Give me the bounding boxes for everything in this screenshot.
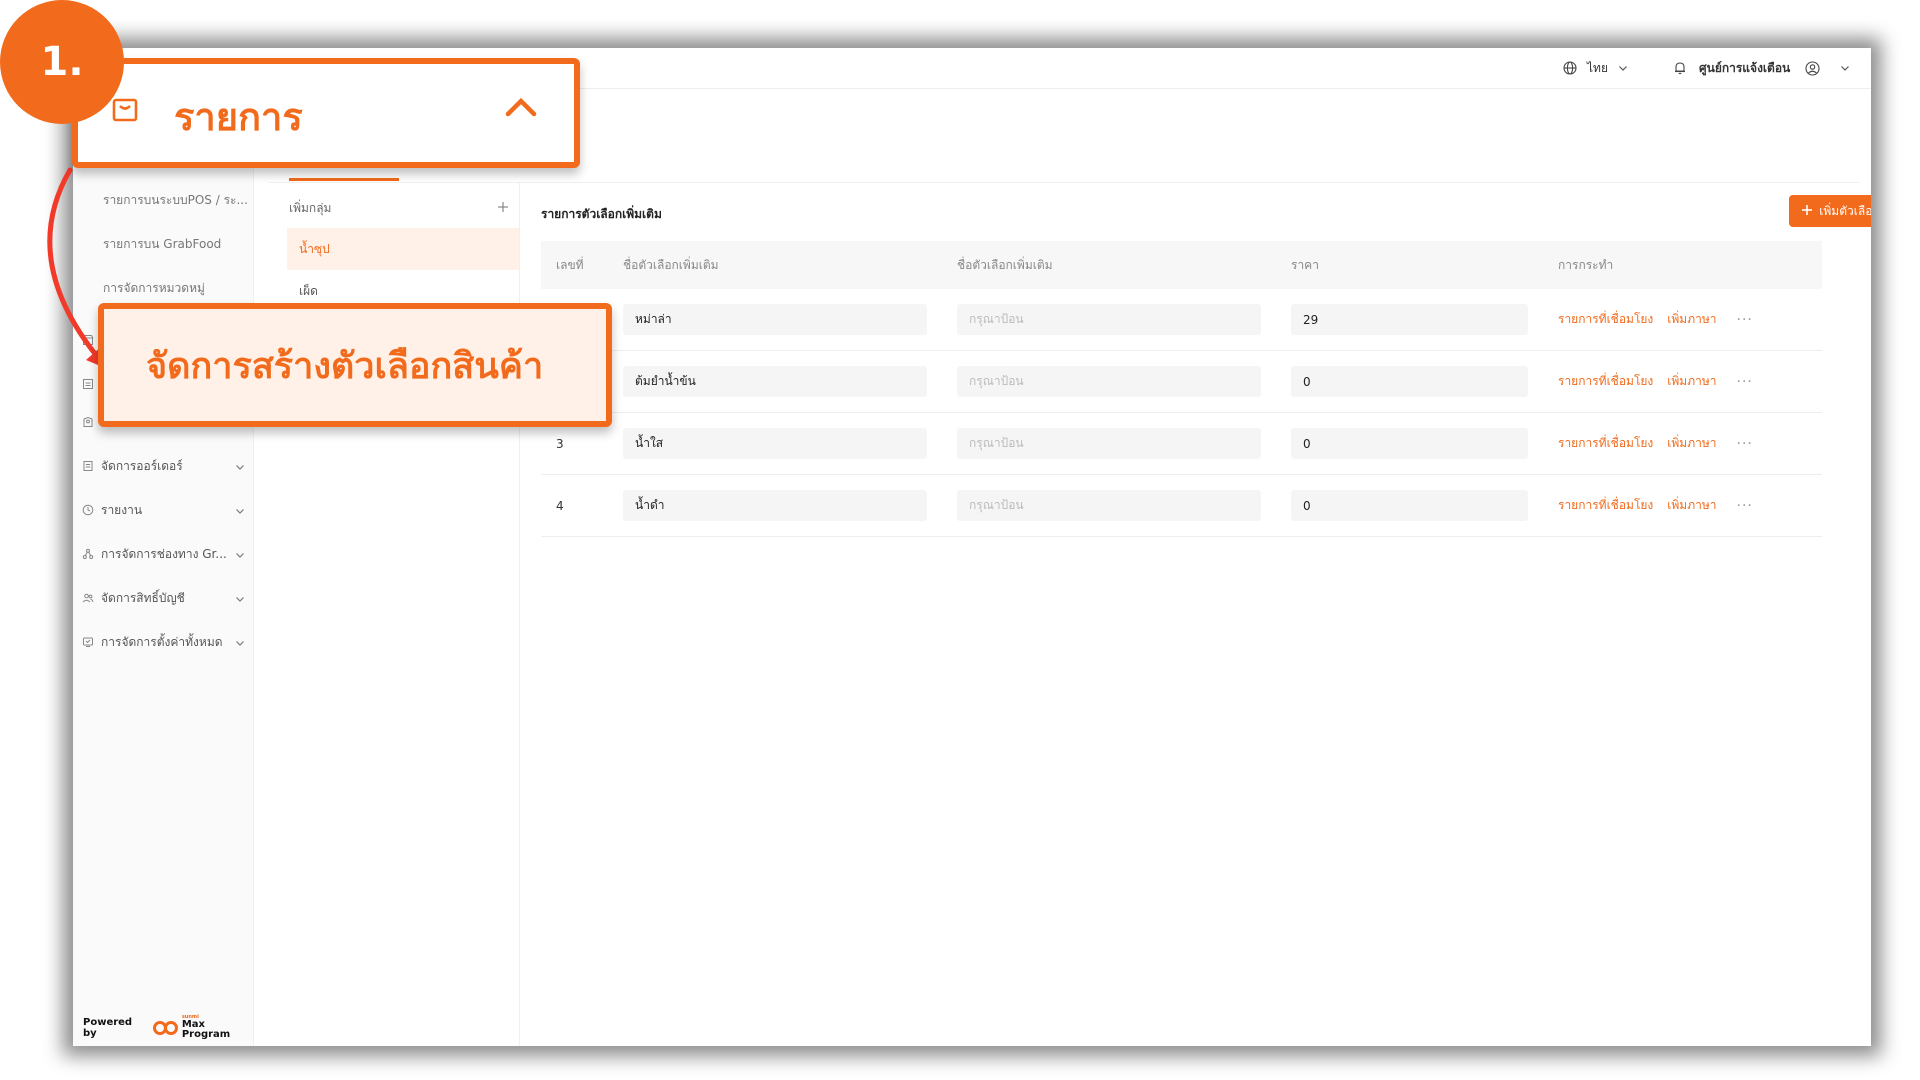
menu-callout-label: รายการ bbox=[174, 95, 303, 139]
menu-callout: รายการ bbox=[72, 58, 580, 168]
step-number-badge: 1. bbox=[0, 0, 124, 124]
chevron-up-icon bbox=[504, 94, 538, 124]
instruction-callout-label: จัดการสร้างตัวเลือกสินค้า bbox=[146, 345, 544, 387]
bag-icon bbox=[110, 94, 140, 128]
instruction-callout: จัดการสร้างตัวเลือกสินค้า bbox=[98, 303, 612, 427]
